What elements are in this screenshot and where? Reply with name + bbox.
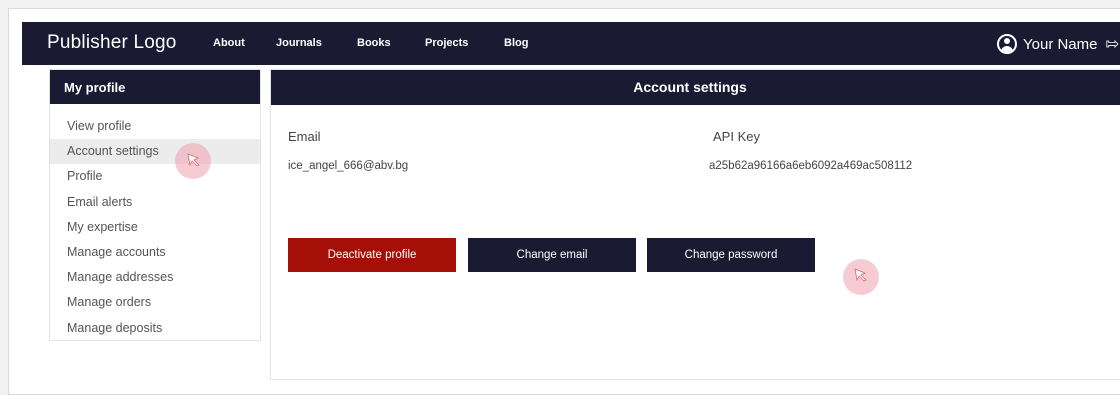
deactivate-profile-button[interactable]: Deactivate profile [288, 238, 456, 272]
nav-link-books[interactable]: Books [357, 37, 391, 49]
sidebar-item-email-alerts[interactable]: Email alerts [50, 190, 260, 215]
change-password-button[interactable]: Change password [647, 238, 815, 272]
email-value: ice_angel_666@abv.bg [288, 160, 409, 172]
publisher-logo[interactable]: Publisher Logo [47, 32, 177, 54]
email-label: Email [288, 129, 321, 144]
user-menu[interactable]: Your Name ⇰ [997, 33, 1119, 55]
page-title: Account settings [271, 70, 1120, 105]
sidebar-item-manage-orders[interactable]: Manage orders [50, 290, 260, 315]
nav-link-blog[interactable]: Blog [504, 37, 528, 49]
nav-link-about[interactable]: About [213, 37, 245, 49]
sidebar-item-manage-accounts[interactable]: Manage accounts [50, 240, 260, 265]
sidebar-menu: View profile Account settings Profile Em… [50, 104, 260, 341]
change-email-button[interactable]: Change email [468, 238, 636, 272]
logout-icon[interactable]: ⇰ [1106, 34, 1119, 54]
sidebar-item-manage-deposits[interactable]: Manage deposits [50, 316, 260, 341]
nav-link-projects[interactable]: Projects [425, 37, 468, 49]
sidebar-item-view-profile[interactable]: View profile [50, 114, 260, 139]
sidebar-item-account-settings[interactable]: Account settings [50, 139, 260, 165]
sidebar-title: My profile [50, 70, 260, 104]
sidebar-item-my-expertise[interactable]: My expertise [50, 215, 260, 240]
api-key-value: a25b62a96166a6eb6092a469ac508112 [709, 160, 913, 172]
user-name: Your Name [1023, 35, 1098, 53]
user-circle-icon [997, 34, 1017, 54]
account-settings-panel: Account settings Email ice_angel_666@abv… [270, 69, 1120, 380]
api-key-label: API Key [713, 129, 760, 144]
profile-sidebar: My profile View profile Account settings… [49, 69, 261, 341]
sidebar-item-profile[interactable]: Profile [50, 164, 260, 189]
sidebar-item-manage-addresses[interactable]: Manage addresses [50, 265, 260, 290]
top-navbar: Publisher Logo About Journals Books Proj… [22, 22, 1120, 65]
nav-link-journals[interactable]: Journals [276, 37, 322, 49]
